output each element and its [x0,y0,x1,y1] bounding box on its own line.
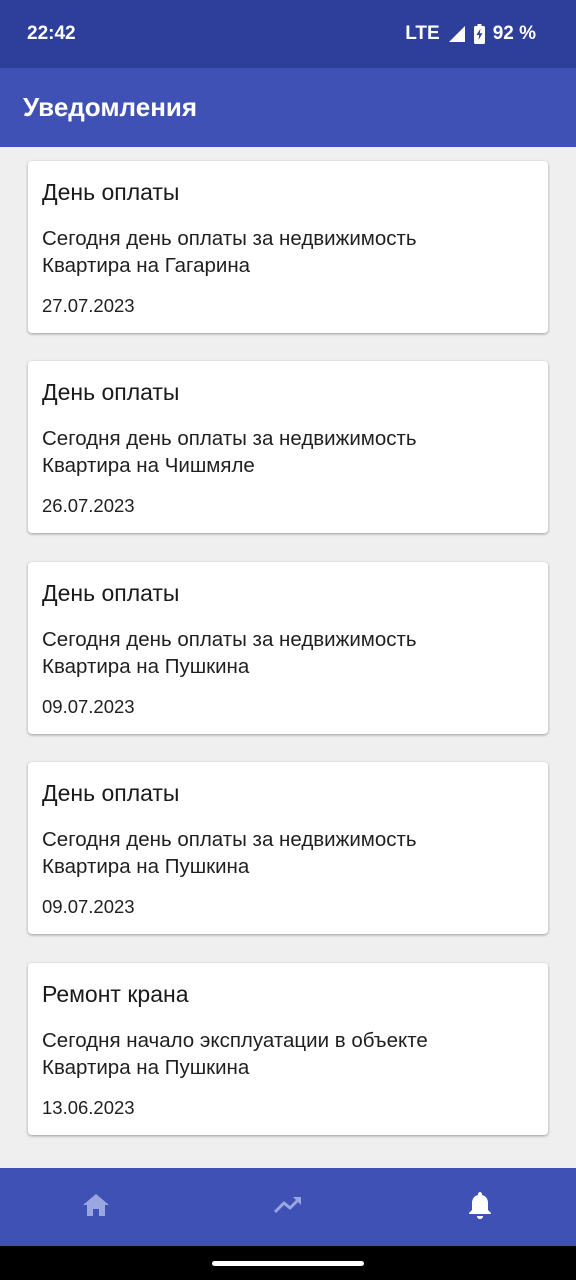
battery-percent: 92 % [492,23,536,44]
notification-date: 27.07.2023 [42,295,135,316]
notification-property: Квартира на Пушкина [42,655,250,678]
status-time: 22:42 [27,23,76,44]
gesture-handle[interactable] [212,1261,364,1266]
notification-card[interactable]: День оплаты Сегодня день оплаты за недви… [28,562,548,734]
home-icon [82,1192,110,1223]
notification-message: Сегодня день оплаты за недвижимость [42,628,417,651]
signal-icon [448,25,466,43]
notification-card[interactable]: Ремонт крана Сегодня начало эксплуатации… [28,963,548,1135]
status-indicators: LTE 92 % [405,23,536,45]
notification-date: 09.07.2023 [42,896,135,917]
nav-notifications-button[interactable] [432,1168,528,1246]
notification-message: Сегодня день оплаты за недвижимость [42,227,417,250]
nav-home-button[interactable] [48,1168,144,1246]
app-bar: Уведомления [0,68,576,147]
notification-card[interactable]: День оплаты Сегодня день оплаты за недви… [28,762,548,934]
battery-charging-icon [473,24,485,44]
notification-date: 13.06.2023 [42,1097,135,1118]
notification-property: Квартира на Пушкина [42,1056,250,1079]
notification-date: 09.07.2023 [42,696,135,717]
notification-property: Квартира на Чишмяле [42,454,255,477]
page-title: Уведомления [23,92,198,122]
nav-statistics-button[interactable] [240,1168,336,1246]
network-type: LTE [405,23,440,44]
notification-card[interactable]: День оплаты Сегодня день оплаты за недви… [28,161,548,333]
notification-title: День оплаты [42,179,180,205]
status-bar: 22:42 LTE 92 % [0,0,576,68]
notification-body: Сегодня день оплаты за недвижимость Квар… [42,826,534,880]
notification-body: Сегодня начало эксплуатации в объекте Кв… [42,1027,534,1081]
notification-message: Сегодня день оплаты за недвижимость [42,427,417,450]
trending-up-icon [273,1195,303,1220]
notification-list[interactable]: День оплаты Сегодня день оплаты за недви… [0,147,576,1168]
notification-property: Квартира на Гагарина [42,254,251,277]
notification-body: Сегодня день оплаты за недвижимость Квар… [42,425,534,479]
notification-body: Сегодня день оплаты за недвижимость Квар… [42,626,534,680]
notification-title: День оплаты [42,379,180,405]
notification-message: Сегодня день оплаты за недвижимость [42,828,417,851]
notification-property: Квартира на Пушкина [42,855,250,878]
bottom-navigation [0,1168,576,1246]
notification-title: День оплаты [42,580,180,606]
bell-icon [467,1190,493,1225]
notification-message: Сегодня начало эксплуатации в объекте [42,1029,428,1052]
notification-title: Ремонт крана [42,981,189,1007]
notification-date: 26.07.2023 [42,495,135,516]
notification-body: Сегодня день оплаты за недвижимость Квар… [42,225,534,279]
notification-title: День оплаты [42,780,180,806]
notification-card[interactable]: День оплаты Сегодня день оплаты за недви… [28,361,548,533]
